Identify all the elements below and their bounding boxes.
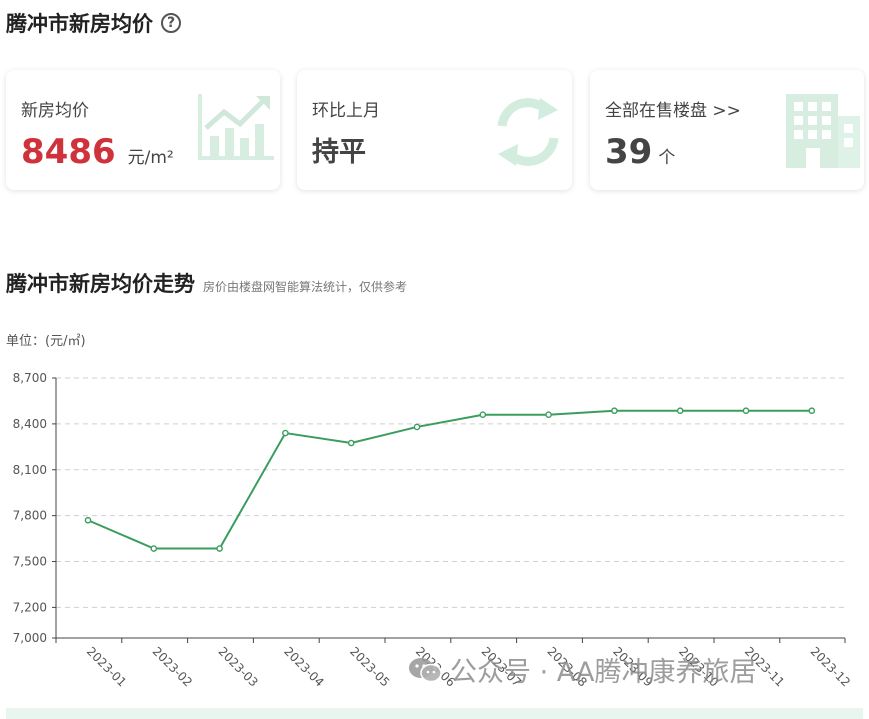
data-point — [282, 429, 289, 437]
data-point — [347, 439, 355, 447]
data-point — [808, 407, 816, 415]
page: 腾冲市新房均价 ? 新房均价 8486 元/m² 环比上月 持平 全部在售楼盘 … — [0, 0, 869, 719]
watermark-text: 公众号 · AA腾冲康养旅居 — [450, 657, 757, 688]
data-point — [479, 411, 487, 419]
series — [84, 407, 816, 552]
x-axis — [55, 378, 845, 639]
data-point — [216, 545, 223, 552]
x-tick-label: 2023-03 — [215, 644, 260, 689]
y-tick-label: 7,200 — [13, 600, 47, 614]
x-tick-label: 2023-01 — [84, 644, 129, 689]
wechat-icon — [409, 657, 442, 682]
y-tick-label: 8,700 — [13, 371, 47, 385]
data-point — [742, 407, 750, 415]
y-tick-label: 7,800 — [13, 509, 47, 523]
y-axis-ticks: 7,000 7,200 7,500 7,800 8,100 8,400 8,700 — [13, 371, 56, 645]
data-point — [611, 407, 618, 415]
x-tick-label: 2023-12 — [808, 644, 853, 689]
data-point — [150, 545, 158, 552]
price-trend-chart: 7,000 7,200 7,500 7,800 8,100 8,400 8,700 2023… — [13, 371, 853, 690]
data-point — [676, 407, 684, 415]
series-line — [87, 409, 812, 550]
watermark: 公众号 · AA腾冲康养旅居 — [408, 650, 756, 689]
data-point — [413, 423, 421, 431]
y-tick-label: 7,000 — [13, 631, 47, 645]
x-tick-label: 2023-05 — [347, 644, 392, 689]
y-tick-label: 8,400 — [13, 417, 47, 431]
grid-lines — [56, 377, 845, 608]
bottom-strip — [6, 708, 863, 719]
data-point — [84, 516, 92, 524]
y-tick-label: 7,500 — [13, 555, 47, 569]
x-tick-label: 2023-04 — [281, 644, 326, 689]
data-point — [545, 411, 552, 419]
y-tick-label: 8,100 — [13, 463, 47, 477]
x-tick-label: 2023-02 — [150, 644, 195, 689]
